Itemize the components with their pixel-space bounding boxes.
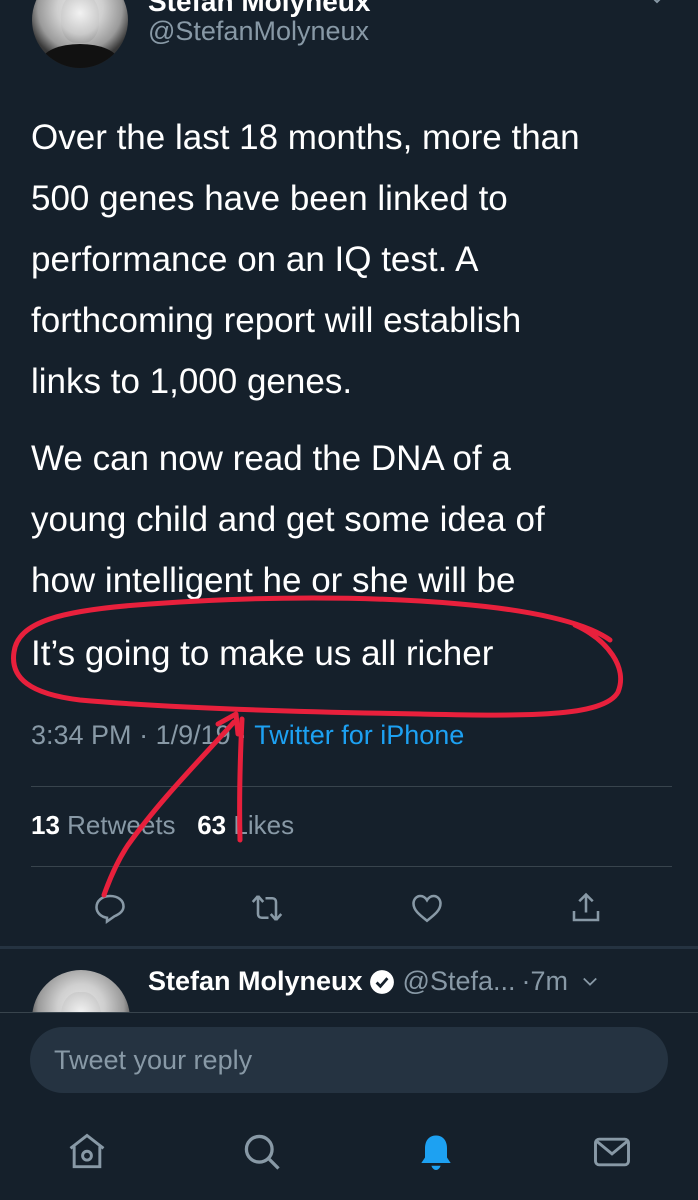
reply-icon [95,894,125,924]
likes-stat[interactable]: 63 Likes [197,810,294,840]
divider [31,866,672,867]
tab-notifications[interactable] [414,1130,458,1174]
tweet-source-link[interactable]: Twitter for iPhone [254,720,464,750]
tweet-reply-input[interactable] [30,1027,668,1093]
reply-author-name: Stefan Molyneux [148,966,363,996]
heart-icon [412,894,442,923]
share-icon [572,892,600,922]
tab-home[interactable] [65,1130,109,1174]
divider [31,786,672,787]
section-divider [0,946,698,949]
tab-messages[interactable] [590,1130,634,1174]
share-button[interactable] [566,888,606,928]
tweet-date: 1/9/19 [155,720,231,750]
chevron-down-icon[interactable] [648,0,666,8]
messages-icon [594,1137,630,1167]
author-avatar[interactable] [32,0,128,68]
search-icon [244,1134,280,1170]
tab-search[interactable] [240,1130,284,1174]
tweet-time: 3:34 PM [31,720,132,750]
retweets-stat[interactable]: 13 Retweets [31,810,176,840]
author-handle[interactable]: @StefanMolyneux [148,16,369,47]
home-icon [69,1133,105,1169]
reply-button[interactable] [90,888,130,928]
separator: · [139,720,149,750]
tweet-paragraph: We can now read the DNA of a young child… [31,439,545,600]
chevron-down-icon[interactable] [582,974,598,990]
retweet-button[interactable] [247,888,287,928]
like-button[interactable] [407,888,447,928]
reply-age: ·7m [521,966,569,996]
reply-tweet-header[interactable]: Stefan Molyneux @Stefa... ·7m [148,966,598,997]
reply-author-handle: @Stefa... [402,966,516,996]
tweet-stats: 13 Retweets 63 Likes [31,810,294,841]
tweet-paragraph: Over the last 18 months, more than 500 g… [31,118,580,401]
notifications-icon [421,1135,451,1170]
retweet-icon [251,895,283,921]
tweet-paragraph: It’s going to make us all richer [31,634,494,673]
verified-badge-icon [369,969,394,994]
tweet-timestamp: 3:34 PM · 1/9/19 · Twitter for iPhone [31,720,464,751]
separator: · [238,720,248,750]
